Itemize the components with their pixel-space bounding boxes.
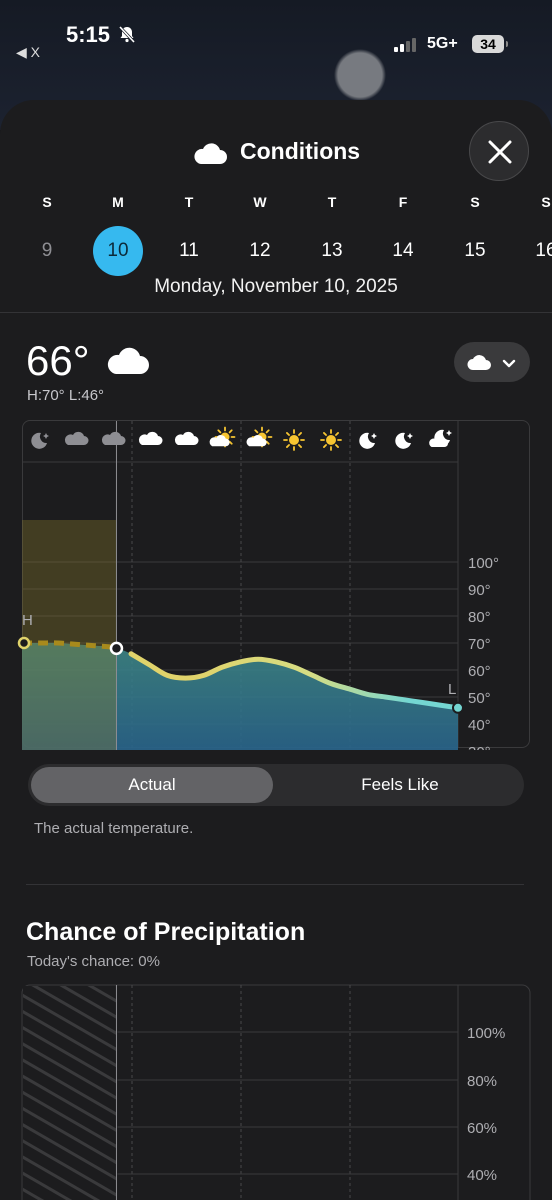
- y-tick-label: 30°: [468, 744, 491, 750]
- status-bar: 5:15 ◀ X 5G+ 34: [0, 0, 552, 70]
- day-letter: S: [42, 194, 52, 210]
- moon-icon: [31, 432, 49, 449]
- day-letter: S: [541, 194, 551, 210]
- y-tick-label: 90°: [468, 582, 491, 599]
- network-type: 5G+: [427, 35, 458, 52]
- day-letter: S: [470, 194, 480, 210]
- cloud-icon: [192, 140, 228, 171]
- high-low-temperature: H:70° L:46°: [27, 387, 105, 404]
- chevron-down-icon: [502, 356, 516, 374]
- y-tick-label: 60°: [468, 663, 491, 680]
- feels-like-option[interactable]: Feels Like: [279, 767, 521, 803]
- precipitation-chart[interactable]: 100% 80% 60% 40%: [0, 984, 552, 1200]
- partly-cloudy-night-icon: [429, 429, 452, 447]
- cloud-icon: [101, 431, 126, 445]
- cloud-icon: [138, 431, 163, 445]
- y-tick-label: 40°: [468, 717, 491, 734]
- day-number: 9: [41, 240, 53, 261]
- bell-muted-icon: [118, 25, 136, 48]
- partly-cloudy-icon: [466, 352, 492, 377]
- high-label: H: [22, 612, 33, 629]
- day-item[interactable]: S 15: [450, 194, 500, 276]
- current-point: [109, 641, 124, 656]
- past-hatch: [23, 986, 117, 1200]
- current-temperature: 66°: [26, 337, 90, 384]
- y-tick-label: 70°: [468, 636, 491, 653]
- partly-sunny-icon: [246, 426, 273, 448]
- day-item[interactable]: F 14: [378, 194, 428, 276]
- day-number: 11: [179, 240, 199, 261]
- y-tick-label: 60%: [467, 1120, 497, 1137]
- cloud-icon: [174, 431, 199, 445]
- day-number: 12: [249, 240, 271, 261]
- precipitation-title: Chance of Precipitation: [26, 918, 306, 946]
- day-number: 16: [535, 240, 552, 261]
- close-button[interactable]: [469, 121, 529, 181]
- day-item[interactable]: S9: [22, 194, 72, 276]
- conditions-sheet: Conditions S9 M 10 T 11 W 12 T 13 F 14 S 15 S1…: [0, 100, 552, 1200]
- day-number: 10: [93, 226, 143, 276]
- cloud-icon: [64, 431, 89, 445]
- y-tick-label: 100%: [467, 1025, 505, 1042]
- sheet-title: Conditions: [240, 138, 361, 164]
- divider: [0, 312, 552, 313]
- day-picker: S9 M 10 T 11 W 12 T 13 F 14 S 15 S 16: [0, 194, 552, 276]
- sun-icon: [320, 429, 342, 451]
- moon-icon: [395, 432, 413, 449]
- back-to-app-link[interactable]: ◀ X: [16, 44, 40, 61]
- low-label: L: [448, 681, 456, 698]
- day-item[interactable]: W 12: [235, 194, 285, 276]
- actual-option[interactable]: Actual: [31, 767, 273, 803]
- description-text: The actual temperature.: [34, 820, 194, 837]
- y-tick-label: 80%: [467, 1073, 497, 1090]
- day-letter: T: [184, 194, 194, 210]
- day-letter: W: [253, 194, 267, 210]
- day-item-selected[interactable]: M 10: [93, 194, 143, 276]
- day-letter: T: [327, 194, 337, 210]
- past-shade: [22, 520, 117, 750]
- signal-icon: [394, 38, 422, 57]
- moon-icon: [359, 432, 377, 449]
- y-tick-label: 50°: [468, 690, 491, 707]
- selected-date: Monday, November 10, 2025: [154, 276, 398, 297]
- day-item[interactable]: S 16: [521, 194, 552, 276]
- divider: [26, 884, 524, 885]
- battery-icon: 34: [472, 35, 508, 53]
- close-icon: [488, 140, 512, 164]
- day-number: 14: [392, 240, 414, 261]
- chart-type-dropdown[interactable]: [454, 342, 530, 382]
- cloud-icon: [106, 344, 150, 381]
- high-point: [17, 636, 31, 650]
- day-number: 15: [464, 240, 486, 261]
- status-time: 5:15: [66, 22, 111, 47]
- precipitation-subtitle: Today's chance: 0%: [27, 953, 160, 970]
- temperature-chart[interactable]: 100°90°80°70°60°50°40°30°20°10° HL12AM6A…: [0, 420, 552, 750]
- temperature-mode-toggle: Actual Feels Like: [28, 764, 524, 806]
- y-tick-label: 40%: [467, 1167, 497, 1184]
- low-point: [452, 701, 464, 714]
- partly-sunny-icon: [209, 426, 236, 448]
- y-tick-label: 100°: [468, 555, 499, 572]
- day-item[interactable]: T 11: [164, 194, 214, 276]
- day-item[interactable]: T 13: [307, 194, 357, 276]
- day-letter: M: [112, 194, 124, 210]
- y-tick-label: 80°: [468, 609, 491, 626]
- sun-icon: [283, 429, 305, 451]
- day-letter: F: [398, 194, 408, 210]
- day-number: 13: [321, 240, 343, 261]
